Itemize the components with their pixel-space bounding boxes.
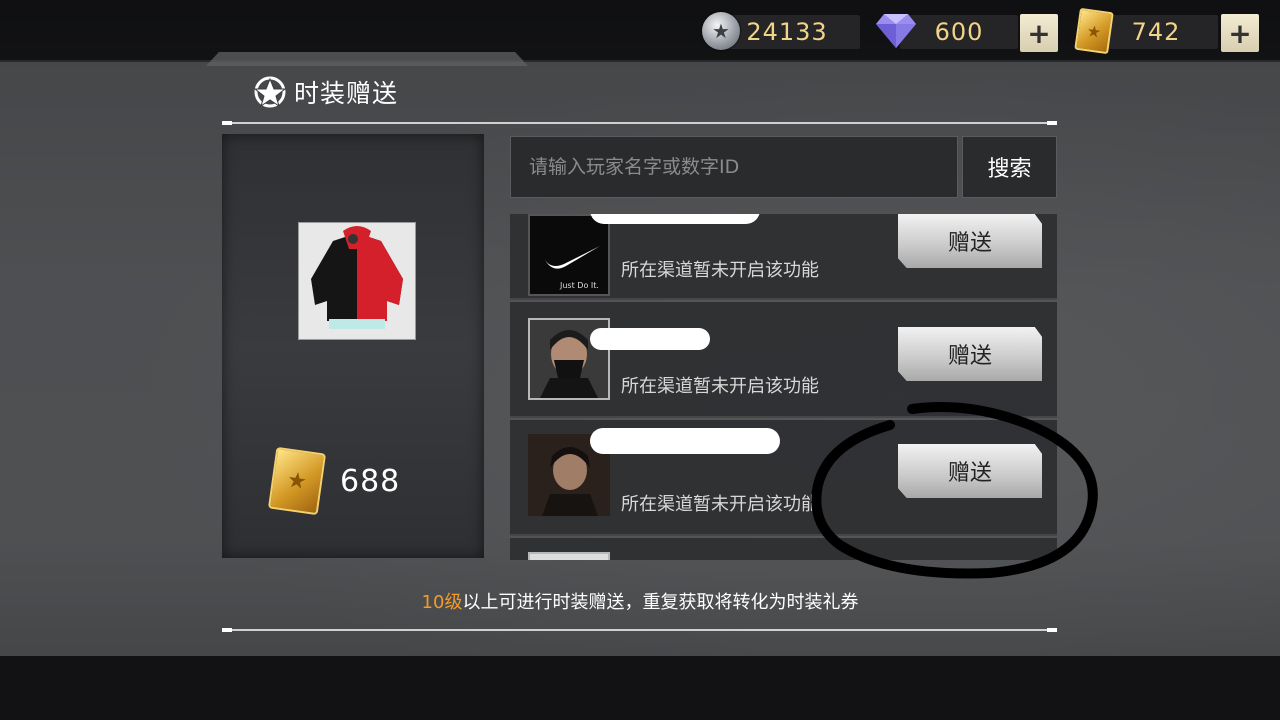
hoodie-thumbnail[interactable] — [298, 222, 416, 340]
gift-requirement-note: 10级以上可进行时装赠送，重复获取将转化为时装礼券 — [0, 588, 1280, 614]
diamond-icon — [876, 14, 916, 48]
star-emblem-icon — [253, 76, 287, 108]
redacted-name — [590, 214, 760, 224]
swoosh-logo-icon: Just Do It. — [544, 246, 600, 290]
voucher-price-icon: ★ — [267, 446, 327, 516]
player-status: 所在渠道暂未开启该功能 — [621, 494, 819, 515]
search-button[interactable]: 搜索 — [962, 136, 1057, 198]
hoodie-icon — [311, 226, 403, 329]
avatar-caption: Just Do It. — [559, 281, 599, 290]
redacted-name — [590, 328, 710, 350]
requirement-text: 以上可进行时装赠送，重复获取将转化为时装礼券 — [462, 592, 859, 613]
voucher-ticket-icon: ★ — [1074, 7, 1114, 55]
player-avatar — [528, 552, 610, 560]
item-price: 688 — [340, 464, 401, 499]
header-divider — [222, 121, 1057, 125]
hand-drawn-circle-annotation — [811, 402, 1098, 579]
player-avatar: Just Do It. — [528, 214, 610, 296]
gift-button[interactable]: 赠送 — [898, 327, 1042, 381]
player-status: 所在渠道暂未开启该功能 — [621, 376, 819, 397]
player-search-input[interactable] — [510, 136, 958, 198]
item-preview: ★ 688 — [222, 134, 484, 558]
player-row: Just Do It. 所在渠道暂未开启该功能 赠送 — [510, 214, 1057, 300]
redacted-name — [590, 428, 780, 454]
add-diamond-button[interactable]: + — [1020, 14, 1058, 52]
silver-coin-icon: ★ — [702, 12, 740, 50]
add-voucher-button[interactable]: + — [1221, 14, 1259, 52]
diamond-amount: 600 — [900, 15, 1018, 49]
bottom-shade — [0, 656, 1280, 720]
panel-title: 时装赠送 — [294, 79, 399, 108]
gift-button[interactable]: 赠送 — [898, 214, 1042, 268]
player-status: 所在渠道暂未开启该功能 — [621, 260, 819, 281]
level-requirement: 10级 — [421, 592, 463, 613]
footer-divider — [222, 628, 1057, 632]
panel-header: 时装赠送 — [250, 72, 398, 112]
